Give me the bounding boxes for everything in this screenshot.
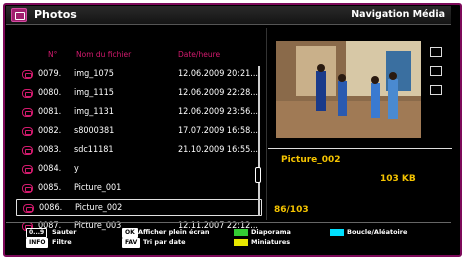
file-row[interactable]: 0083. sdc11181 21.10.2009 16:55... [16, 142, 262, 159]
file-number: 0084. [38, 164, 62, 174]
col-date: Date/heure [178, 50, 221, 59]
col-num: N° [48, 50, 58, 59]
key-info: INFO [26, 238, 49, 248]
photo-preview [276, 41, 421, 138]
yellow-key-icon [234, 239, 248, 246]
file-row[interactable]: 0081. img_1131 12.06.2009 23:56... [16, 104, 262, 121]
col-name: Nom du fichier [76, 50, 132, 59]
folder-icon [23, 204, 34, 213]
file-name: Picture_001 [74, 183, 122, 193]
scrollbar-track[interactable] [258, 66, 260, 216]
cyan-key-icon [330, 229, 344, 236]
file-number: 0081. [38, 107, 62, 117]
key-ok: OK [122, 228, 138, 238]
mode-label: Navigation Média [351, 9, 445, 20]
info-count: 86/103 [274, 205, 309, 215]
key-yellow-label: Miniatures [251, 238, 291, 246]
stop-icon[interactable] [430, 85, 442, 95]
key-digits: 0...9 [26, 228, 48, 238]
file-list-panel: N° Nom du fichier Date/heure 0079. img_10… [10, 28, 267, 231]
divider [268, 148, 452, 149]
file-row[interactable]: 0086. Picture_002 [16, 199, 262, 216]
file-date: 17.07.2009 16:58... [178, 126, 258, 136]
file-row[interactable]: 0079. img_1075 12.06.2009 20:21... [16, 66, 262, 83]
file-name: sdc11181 [74, 145, 114, 155]
file-name: Picture_002 [75, 203, 123, 213]
key-fav: FAV [122, 238, 141, 248]
file-row[interactable]: 0080. img_1115 12.06.2009 22:28... [16, 85, 262, 102]
file-row[interactable]: 0085. Picture_001 [16, 180, 262, 197]
file-date: 12.06.2009 23:56... [178, 107, 258, 117]
file-number: 0080. [38, 88, 62, 98]
file-name: s8000381 [74, 126, 115, 136]
key-green-label: Diaporama [251, 228, 291, 236]
file-row[interactable]: 0082. s8000381 17.07.2009 16:58... [16, 123, 262, 140]
column-header: N° Nom du fichier Date/heure [10, 50, 266, 62]
file-number: 0082. [38, 126, 62, 136]
key-digits-label: Sauter [52, 228, 77, 236]
folder-icon [22, 70, 33, 79]
file-name: img_1131 [74, 107, 114, 117]
folder-icon [22, 89, 33, 98]
scrollbar-thumb[interactable] [255, 167, 261, 183]
page-title: Photos [34, 8, 77, 21]
file-number: 0086. [39, 203, 63, 213]
footer-legend: 0...9 Sauter INFO Filtre OK Afficher ple… [6, 222, 451, 253]
folder-icon [22, 165, 33, 174]
file-name: y [74, 164, 79, 174]
file-date: 12.06.2009 22:28... [178, 88, 258, 98]
green-key-icon [234, 229, 248, 236]
file-number: 0079. [38, 69, 62, 79]
info-filename: Picture_002 [281, 155, 341, 165]
file-number: 0083. [38, 145, 62, 155]
photo-icon [11, 8, 27, 22]
file-number: 0085. [38, 183, 62, 193]
header-bar: Photos Navigation Média [6, 6, 451, 25]
key-info-label: Filtre [52, 238, 72, 246]
fullscreen-icon[interactable] [430, 47, 442, 57]
info-size: 103 KB [380, 174, 416, 184]
file-date: 12.06.2009 20:21... [178, 69, 258, 79]
shuffle-icon[interactable] [430, 66, 442, 76]
file-name: img_1115 [74, 88, 114, 98]
folder-icon [22, 127, 33, 136]
file-date: 21.10.2009 16:55... [178, 145, 258, 155]
key-ok-label: Afficher plein écran [138, 228, 210, 236]
file-name: img_1075 [74, 69, 114, 79]
key-fav-label: Tri par date [143, 238, 186, 246]
file-row[interactable]: 0084. y [16, 161, 262, 178]
folder-icon [22, 108, 33, 117]
folder-icon [22, 184, 33, 193]
folder-icon [22, 146, 33, 155]
key-cyan-label: Boucle/Aléatoire [347, 228, 408, 236]
